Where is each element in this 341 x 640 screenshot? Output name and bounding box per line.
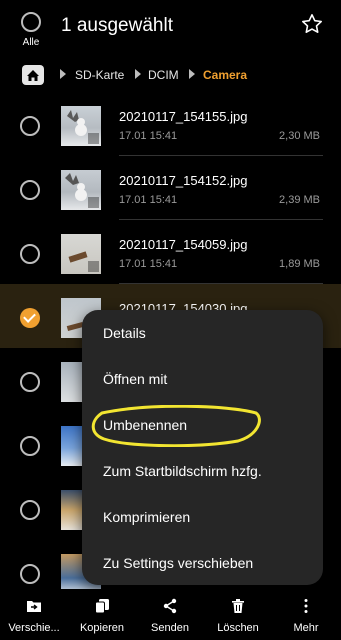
delete-label: Löschen [217,622,259,634]
file-date: 17.01 15:41 [119,258,178,270]
home-icon[interactable] [22,65,44,85]
breadcrumb-camera[interactable]: Camera [203,68,247,82]
star-icon[interactable] [300,12,324,36]
row-checkbox[interactable] [20,244,40,264]
copy-button[interactable]: Kopieren [68,589,136,640]
row-checkbox[interactable] [20,564,40,584]
file-date: 17.01 15:41 [119,194,178,206]
top-bar: Alle 1 ausgewählt [0,0,341,56]
copy-icon [95,599,109,614]
share-icon [163,598,177,614]
row-checkbox[interactable] [20,372,40,392]
delete-button[interactable]: Löschen [204,589,272,640]
menu-item-details[interactable]: Details [103,325,146,341]
context-menu: Details Öffnen mit Umbenennen Zum Startb… [82,310,323,585]
row-checkbox[interactable] [20,180,40,200]
highlight-ring-annotation [91,405,261,447]
thumbnail-image [61,234,101,274]
chevron-right-icon [60,69,66,79]
file-row[interactable]: 20210117_154059.jpg 17.01 15:41 1,89 MB [0,220,341,284]
file-size: 2,39 MB [279,194,320,206]
copy-label: Kopieren [79,622,125,634]
expand-icon [88,133,99,144]
move-button[interactable]: Verschie... [0,589,68,640]
file-size: 2,30 MB [279,130,320,142]
select-all-checkbox[interactable] [21,12,41,32]
row-checkbox-checked[interactable] [20,308,40,328]
expand-icon [88,197,99,208]
move-icon [27,601,41,612]
file-row[interactable]: 20210117_154152.jpg 17.01 15:41 2,39 MB [0,156,341,220]
delete-icon [232,599,244,613]
breadcrumb-dcim[interactable]: DCIM [148,68,179,82]
bottom-action-bar: Verschie... Kopieren Senden Löschen Mehr [0,589,341,640]
file-name: 20210117_154155.jpg [119,109,248,124]
select-all-toggle[interactable]: Alle [19,12,43,48]
thumbnail-image [61,170,101,210]
file-date: 17.01 15:41 [119,130,178,142]
menu-item-open-with[interactable]: Öffnen mit [103,371,167,387]
share-label: Senden [151,622,189,634]
breadcrumb-sd-karte[interactable]: SD-Karte [75,68,124,82]
file-row[interactable]: 20210117_154155.jpg 17.01 15:41 2,30 MB [0,92,341,156]
menu-item-compress[interactable]: Komprimieren [103,509,190,525]
file-name: 20210117_154152.jpg [119,173,248,188]
breadcrumb: SD-Karte DCIM Camera [0,56,341,92]
row-checkbox[interactable] [20,500,40,520]
chevron-right-icon [135,69,141,79]
selection-title: 1 ausgewählt [61,15,173,36]
menu-item-add-to-home[interactable]: Zum Startbildschirm hzfg. [103,463,262,479]
more-label: Mehr [293,622,319,634]
share-button[interactable]: Senden [136,589,204,640]
file-size: 1,89 MB [279,258,320,270]
more-icon [304,599,308,613]
select-all-label: Alle [22,37,40,48]
expand-icon [88,261,99,272]
menu-item-move-to-settings[interactable]: Zu Settings verschieben [103,555,253,571]
chevron-right-icon [189,69,195,79]
file-name: 20210117_154059.jpg [119,237,248,252]
row-checkbox[interactable] [20,436,40,456]
move-label: Verschie... [8,622,60,634]
more-button[interactable]: Mehr [272,589,340,640]
thumbnail-image [61,106,101,146]
row-checkbox[interactable] [20,116,40,136]
